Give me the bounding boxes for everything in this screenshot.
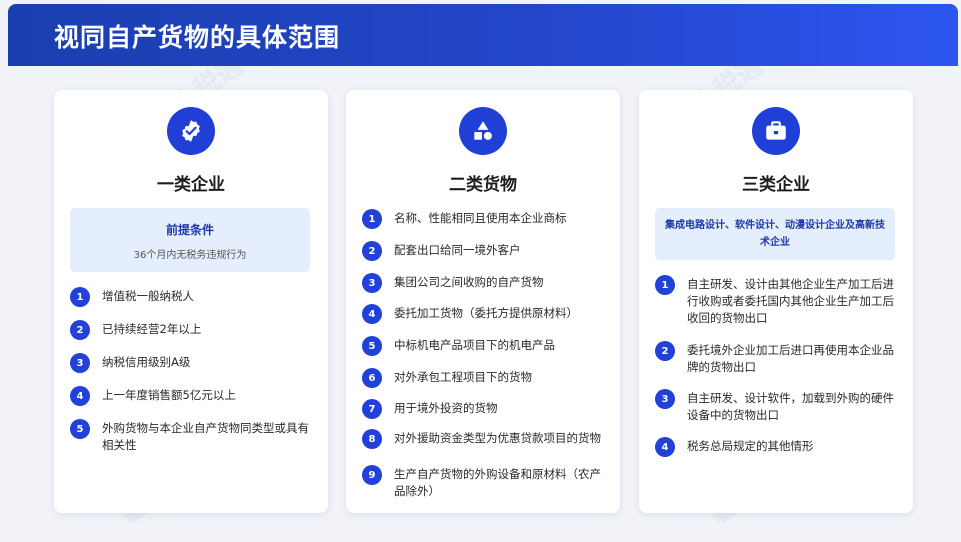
list-number: 9 bbox=[362, 465, 382, 485]
tech-enterprise-text: 集成电路设计、软件设计、动漫设计企业及高新技术企业 bbox=[665, 220, 885, 248]
list-number: 2 bbox=[362, 241, 382, 261]
list-number: 5 bbox=[362, 336, 382, 356]
card-title: 三类企业 bbox=[742, 175, 810, 195]
list-number: 3 bbox=[655, 389, 675, 409]
list-text: 集团公司之间收购的自产货物 bbox=[394, 275, 544, 289]
list-text: 对外承包工程项目下的货物 bbox=[394, 370, 532, 384]
list-number: 3 bbox=[70, 353, 90, 373]
list-number: 1 bbox=[655, 275, 675, 295]
card-title: 一类企业 bbox=[157, 175, 225, 195]
shapes-icon bbox=[459, 107, 507, 155]
list-text: 增值税一般纳税人 bbox=[102, 289, 194, 303]
card-title: 二类货物 bbox=[449, 175, 517, 195]
list-number: 1 bbox=[70, 287, 90, 307]
card-type1-enterprise: 一类企业 前提条件 36个月内无税务违规行为 1 增值税一般纳税人 2 已持续经… bbox=[54, 90, 328, 513]
precondition-subtitle: 36个月内无税务违规行为 bbox=[133, 250, 247, 261]
list-number: 2 bbox=[655, 341, 675, 361]
list-text: 用于境外投资的货物 bbox=[394, 401, 498, 415]
list-number: 1 bbox=[362, 209, 382, 229]
list-text: 自主研发、设计由其他企业生产加工后进行收购或者委托国内其他企业生产加工后收回的货… bbox=[687, 277, 894, 325]
badge-check-icon bbox=[167, 107, 215, 155]
list-number: 5 bbox=[70, 419, 90, 439]
list-number: 8 bbox=[362, 429, 382, 449]
list-number: 7 bbox=[362, 399, 382, 419]
list-text: 中标机电产品项目下的机电产品 bbox=[394, 338, 555, 352]
list-text: 已持续经营2年以上 bbox=[102, 322, 202, 336]
precondition-box: 前提条件 36个月内无税务违规行为 bbox=[70, 208, 310, 272]
list-number: 2 bbox=[70, 320, 90, 340]
card-type2-goods: 二类货物 1 名称、性能相同且使用本企业商标 2 配套出口给同一境外客户 3 集… bbox=[346, 90, 620, 513]
card-type3-enterprise: 三类企业 集成电路设计、软件设计、动漫设计企业及高新技术企业 1 自主研发、设计… bbox=[639, 90, 913, 513]
list-text: 委托境外企业加工后进口再使用本企业品牌的货物出口 bbox=[687, 343, 894, 374]
tech-enterprise-box: 集成电路设计、软件设计、动漫设计企业及高新技术企业 bbox=[655, 208, 895, 260]
list-text: 纳税信用级别A级 bbox=[102, 355, 191, 369]
list-text: 自主研发、设计软件，加载到外购的硬件设备中的货物出口 bbox=[687, 391, 894, 422]
page-title: 视同自产货物的具体范围 bbox=[54, 23, 341, 52]
list-number: 4 bbox=[362, 304, 382, 324]
list-text: 对外援助资金类型为优惠贷款项目的货物 bbox=[394, 431, 601, 445]
page-header: 视同自产货物的具体范围 bbox=[8, 4, 958, 66]
list-text: 外购货物与本企业自产货物同类型或具有相关性 bbox=[102, 421, 309, 452]
list-text: 税务总局规定的其他情形 bbox=[687, 439, 814, 453]
briefcase-icon bbox=[752, 107, 800, 155]
list-number: 3 bbox=[362, 273, 382, 293]
list-number: 6 bbox=[362, 368, 382, 388]
list-text: 上一年度销售额5亿元以上 bbox=[102, 388, 236, 402]
list-text: 配套出口给同一境外客户 bbox=[394, 243, 521, 257]
list-number: 4 bbox=[70, 386, 90, 406]
precondition-title: 前提条件 bbox=[165, 223, 214, 237]
list-number: 4 bbox=[655, 437, 675, 457]
list-text: 生产自产货物的外购设备和原材料（农产品除外） bbox=[394, 467, 601, 498]
list-text: 名称、性能相同且使用本企业商标 bbox=[394, 211, 567, 225]
list-text: 委托加工货物（委托方提供原材料） bbox=[394, 306, 578, 320]
